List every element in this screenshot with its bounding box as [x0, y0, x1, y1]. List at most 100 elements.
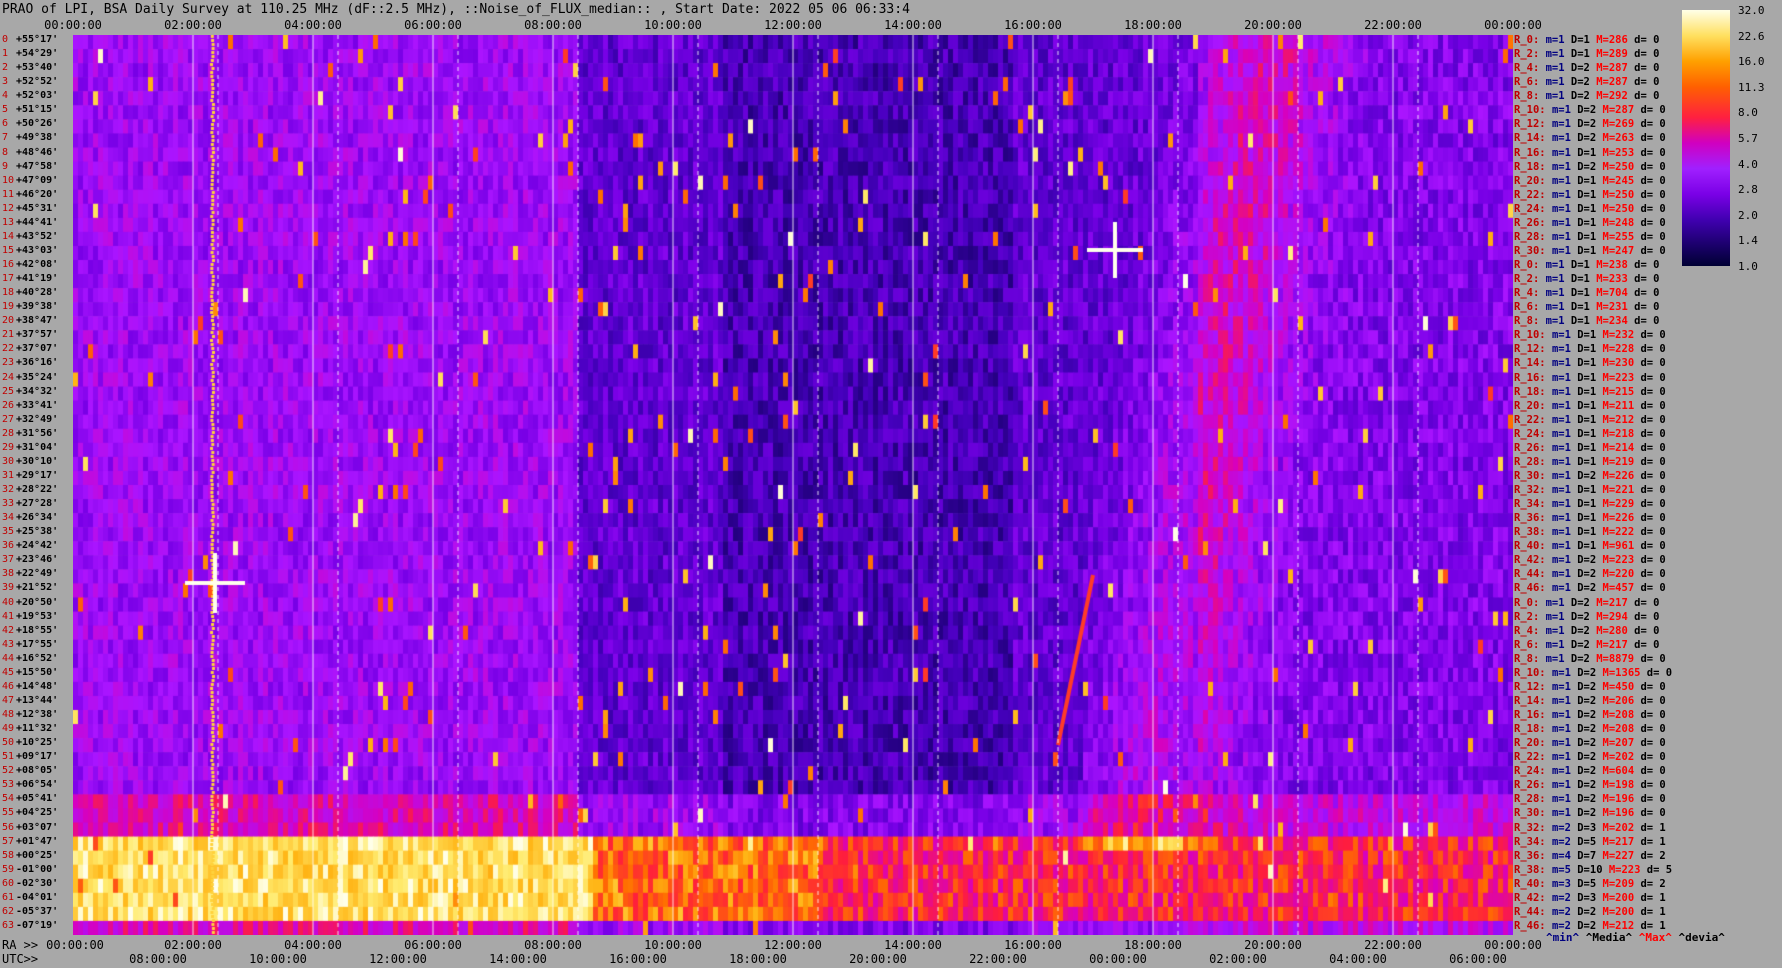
stat-field: D=2	[1577, 807, 1603, 820]
top-tick-label: 16:00:00	[1004, 18, 1062, 32]
dec-index: 48	[2, 709, 15, 720]
dec-value: +24°42'	[16, 540, 59, 552]
dec-index: 34	[2, 512, 15, 524]
dec-index: 32	[2, 484, 15, 495]
stat-field: D=2	[1577, 666, 1603, 679]
dec-index: 63	[2, 919, 15, 931]
stat-field: D=1	[1577, 413, 1603, 426]
row-stat: R_46: m=2 D=2 M=212 d= 1	[1514, 921, 1666, 932]
stat-field: D=2	[1577, 709, 1603, 721]
stat-field: d= 0	[1640, 441, 1666, 454]
stat-field: m=2	[1551, 891, 1578, 904]
dec-index: 3	[2, 76, 9, 88]
dec-value: +41°19'	[16, 273, 59, 285]
stat-field: m=1	[1545, 76, 1571, 89]
ra-tick-label: 00:00:00	[46, 938, 104, 952]
dec-value: -02°30'	[16, 877, 59, 889]
stat-field: R_42:	[1514, 554, 1552, 567]
stat-field: D=2	[1577, 723, 1603, 736]
utc-tick-label: 02:00:00	[1209, 952, 1267, 966]
stat-field: D=1	[1577, 512, 1603, 525]
stat-field: D=2	[1577, 793, 1603, 806]
colorbar-tick: 2.0	[1738, 208, 1758, 222]
stat-field: R_6:	[1514, 301, 1546, 314]
row-stat: R_30: m=1 D=2 M=226 d= 0	[1514, 471, 1666, 482]
stat-field: R_22:	[1514, 188, 1552, 201]
ra-tick-label: 02:00:00	[164, 938, 222, 952]
dec-index: 37	[2, 554, 15, 566]
stat-field: d= 0	[1640, 329, 1666, 342]
ra-tick-label: 08:00:00	[524, 938, 582, 952]
utc-tick-label: 04:00:00	[1329, 952, 1387, 966]
stat-field: d= 0	[1646, 666, 1673, 679]
stat-field: M=211	[1602, 399, 1641, 412]
stat-field: m=1	[1551, 160, 1578, 173]
dec-value: +39°38'	[16, 301, 59, 313]
stat-field: R_32:	[1514, 484, 1552, 496]
dec-index: 47	[2, 694, 15, 706]
stat-field: R_0:	[1514, 596, 1546, 609]
dec-index: 5	[2, 104, 9, 116]
stat-field: d= 2	[1640, 849, 1666, 862]
stat-field: M=250	[1602, 202, 1641, 215]
stat-field: D=5	[1577, 835, 1603, 848]
dec-value: +35°24'	[16, 371, 59, 383]
stat-field: R_4:	[1514, 624, 1546, 637]
top-tick-label: 22:00:00	[1364, 18, 1422, 32]
stat-field: R_32:	[1514, 821, 1552, 834]
stat-field: d= 0	[1640, 146, 1666, 159]
stat-field: M=286	[1596, 34, 1635, 46]
dec-index: 23	[2, 357, 15, 369]
stat-field: m=1	[1545, 62, 1571, 75]
dec-value: +44°41'	[16, 216, 59, 228]
row-stat: R_30: m=1 D=2 M=196 d= 0	[1514, 807, 1666, 820]
dec-label: 50 +10°25'	[2, 738, 58, 752]
dec-index: 29	[2, 441, 15, 453]
dec-value: +47°58'	[16, 160, 59, 172]
ra-tick-label: 00:00:00	[1484, 938, 1542, 952]
stat-field: D=1	[1570, 301, 1597, 314]
dec-index: 57	[2, 835, 15, 847]
stat-field: R_12:	[1514, 680, 1552, 693]
stat-field: M=222	[1602, 526, 1641, 539]
stat-field: m=1	[1551, 427, 1578, 440]
stat-field: M=704	[1596, 287, 1635, 300]
stat-field: d= 0	[1634, 259, 1660, 271]
stat-field: D=1	[1577, 357, 1603, 370]
dec-index: 55	[2, 807, 15, 819]
stat-field: d= 0	[1634, 610, 1660, 623]
dec-index: 14	[2, 230, 15, 242]
stat-field: d= 0	[1640, 160, 1666, 173]
stat-field: R_40:	[1514, 877, 1552, 890]
dec-index: 10	[2, 174, 15, 186]
stat-field: R_46:	[1514, 582, 1552, 595]
stat-field: m=1	[1551, 216, 1578, 229]
stat-field: m=1	[1551, 694, 1578, 707]
stat-field: m=1	[1551, 526, 1578, 539]
ra-tick-label: 14:00:00	[884, 938, 942, 952]
stat-field: M=208	[1602, 709, 1641, 721]
stat-field: d= 0	[1634, 273, 1660, 286]
dec-index: 15	[2, 244, 15, 256]
stat-field: d= 0	[1634, 48, 1660, 61]
stat-field: R_24:	[1514, 427, 1552, 440]
stat-field: m=1	[1551, 484, 1578, 496]
stat-field: R_0:	[1514, 259, 1546, 271]
stat-field: D=1	[1577, 484, 1603, 496]
row-stat: R_10: m=1 D=2 M=1365 d= 0	[1514, 666, 1673, 679]
stat-field: M=604	[1602, 765, 1641, 778]
stat-field: d= 1	[1640, 905, 1666, 918]
stat-field: R_16:	[1514, 709, 1552, 721]
stat-field: M=961	[1602, 540, 1641, 553]
ra-tick-label: 10:00:00	[644, 938, 702, 952]
stat-field: m=1	[1545, 48, 1571, 61]
row-stat: R_2: m=1 D=1 M=289 d= 0	[1514, 48, 1660, 61]
dec-value: +29°17'	[16, 469, 59, 481]
stat-field: D=1	[1577, 540, 1603, 553]
dec-label: 32 +28°22'	[2, 485, 58, 499]
dec-label: 3 +52°52'	[2, 77, 58, 91]
stat-field: m=1	[1551, 723, 1578, 736]
stat-field: d= 0	[1640, 385, 1666, 398]
dec-label: 46 +14°48'	[2, 681, 58, 696]
stat-field: d= 0	[1634, 287, 1660, 300]
